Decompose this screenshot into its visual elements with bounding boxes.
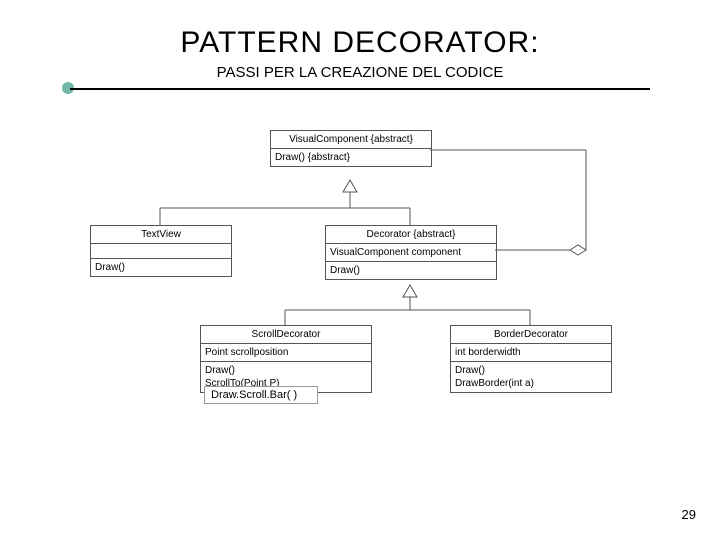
title-divider (70, 88, 650, 90)
uml-diagram: VisualComponent {abstract} Draw() {abstr… (90, 130, 650, 490)
page-title: PATTERN DECORATOR: (0, 26, 720, 60)
page-subtitle: PASSI PER LA CREAZIONE DEL CODICE (0, 64, 720, 81)
page-number: 29 (682, 507, 696, 522)
connectors (90, 130, 650, 490)
